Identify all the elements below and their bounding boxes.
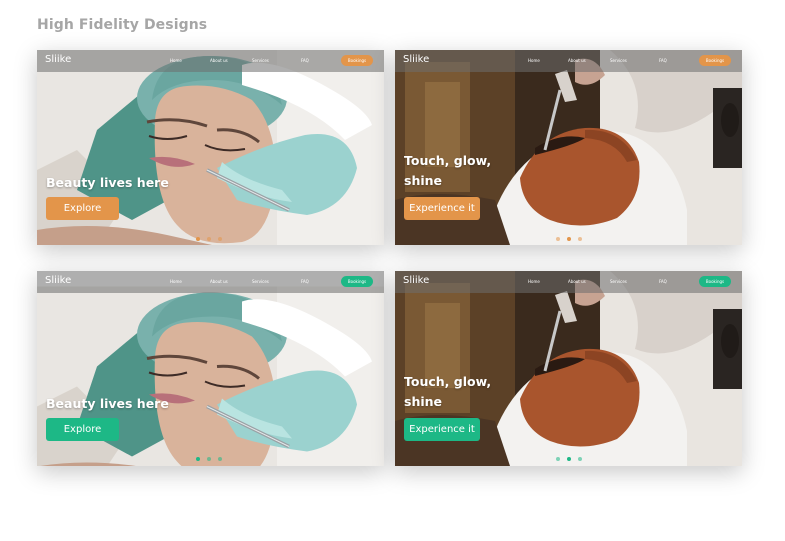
nav-link-services[interactable]: Services — [252, 58, 269, 63]
nav-link-faq[interactable]: FAQ — [659, 279, 667, 284]
design-card-2: Sliike Home About us Services FAQ Bookin… — [395, 50, 742, 245]
hero-headline: Beauty lives here — [46, 396, 169, 411]
carousel-dot[interactable] — [196, 457, 200, 461]
design-card-1: Sliike Home About us Services FAQ Bookin… — [37, 50, 384, 245]
carousel-dots — [556, 457, 582, 461]
navbar: Sliike Home About us Services FAQ Bookin… — [37, 271, 384, 293]
hero-headline-line-2: shine — [404, 394, 443, 409]
navbar: Sliike Home About us Services FAQ Bookin… — [395, 271, 742, 293]
carousel-dot[interactable] — [207, 457, 211, 461]
bookings-button[interactable]: Bookings — [699, 276, 731, 287]
bookings-button[interactable]: Bookings — [341, 55, 373, 66]
hero-headline: Touch, glow, shine — [404, 151, 491, 191]
logo[interactable]: Sliike — [45, 275, 71, 286]
design-card-3: Sliike Home About us Services FAQ Bookin… — [37, 271, 384, 466]
logo[interactable]: Sliike — [403, 275, 429, 286]
nav-link-about[interactable]: About us — [210, 279, 228, 284]
hero-headline: Touch, glow, shine — [404, 372, 491, 412]
hero-headline-line-1: Touch, glow, — [404, 374, 492, 389]
carousel-dots — [196, 237, 222, 241]
nav-link-about[interactable]: About us — [210, 58, 228, 63]
carousel-dot[interactable] — [578, 237, 582, 241]
carousel-dot[interactable] — [196, 237, 200, 241]
experience-button[interactable]: Experience it — [404, 418, 480, 441]
nav-link-faq[interactable]: FAQ — [659, 58, 667, 63]
hero-headline: Beauty lives here — [46, 175, 169, 190]
carousel-dot[interactable] — [218, 237, 222, 241]
carousel-dot[interactable] — [567, 457, 571, 461]
nav-link-faq[interactable]: FAQ — [301, 58, 309, 63]
bookings-button[interactable]: Bookings — [341, 276, 373, 287]
nav-link-home[interactable]: Home — [170, 58, 182, 63]
nav-link-about[interactable]: About us — [568, 279, 586, 284]
carousel-dots — [556, 237, 582, 241]
carousel-dot[interactable] — [556, 237, 560, 241]
nav-link-home[interactable]: Home — [528, 58, 540, 63]
hero-headline-line-1: Touch, glow, — [404, 153, 492, 168]
bookings-button[interactable]: Bookings — [699, 55, 731, 66]
carousel-dot[interactable] — [556, 457, 560, 461]
carousel-dot[interactable] — [578, 457, 582, 461]
explore-button[interactable]: Explore — [46, 197, 119, 220]
navbar: Sliike Home About us Services FAQ Bookin… — [37, 50, 384, 72]
nav-link-home[interactable]: Home — [528, 279, 540, 284]
explore-button[interactable]: Explore — [46, 418, 119, 441]
nav-link-services[interactable]: Services — [610, 279, 627, 284]
design-card-4: Sliike Home About us Services FAQ Bookin… — [395, 271, 742, 466]
hero-headline-line-2: shine — [404, 173, 443, 188]
nav-link-faq[interactable]: FAQ — [301, 279, 309, 284]
logo[interactable]: Sliike — [45, 54, 71, 65]
nav-link-services[interactable]: Services — [610, 58, 627, 63]
carousel-dot[interactable] — [207, 237, 211, 241]
carousel-dot[interactable] — [567, 237, 571, 241]
navbar: Sliike Home About us Services FAQ Bookin… — [395, 50, 742, 72]
nav-link-services[interactable]: Services — [252, 279, 269, 284]
experience-button[interactable]: Experience it — [404, 197, 480, 220]
nav-link-home[interactable]: Home — [170, 279, 182, 284]
nav-link-about[interactable]: About us — [568, 58, 586, 63]
logo[interactable]: Sliike — [403, 54, 429, 65]
carousel-dot[interactable] — [218, 457, 222, 461]
carousel-dots — [196, 457, 222, 461]
page-title: High Fidelity Designs — [37, 17, 208, 33]
